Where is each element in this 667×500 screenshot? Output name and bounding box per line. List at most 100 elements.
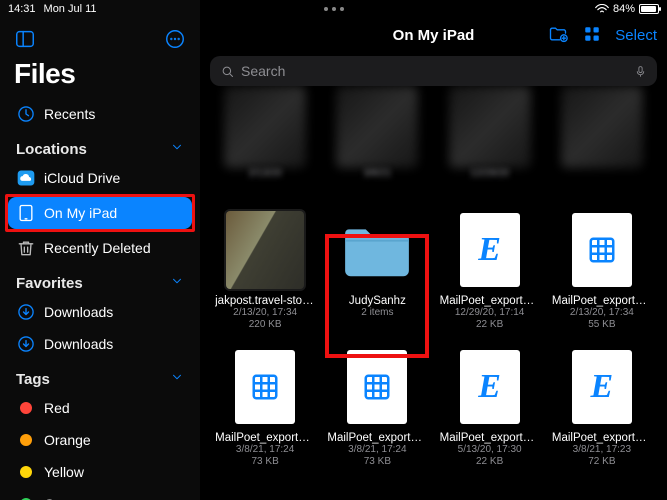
download-icon (16, 334, 36, 354)
file-item[interactable]: jakpost.travel-stone-i…533352/13/20, 17:… (214, 209, 316, 332)
section-locations[interactable]: Locations (8, 130, 192, 162)
file-meta: 3/8/21, 17:24 (236, 444, 294, 457)
sidebar-item-on-my-ipad[interactable]: On My iPad (8, 197, 192, 229)
sidebar-item-label: Red (44, 400, 70, 416)
section-title: Tags (16, 371, 50, 388)
file-thumbnail (224, 346, 306, 428)
file-thumbnail (224, 209, 306, 291)
file-name: MailPoet_export_3ymh…804w0 (327, 432, 427, 444)
battery-icon (639, 4, 659, 14)
sidebar-tag-red[interactable]: Red (8, 392, 192, 424)
file-item[interactable]: E MailPoet_export_4aymn…r0ocg5/13/20, 17:… (439, 346, 541, 469)
file-name: jakpost.travel-stone-i…53335 (215, 295, 315, 307)
folder-item[interactable]: JudySanhz2 items (326, 209, 428, 332)
page-title: On My iPad (200, 27, 667, 44)
more-options-icon[interactable] (164, 28, 186, 50)
file-item-blurred[interactable]: 12/29/20 (439, 86, 541, 181)
file-name: MailPoet_export_4aymn…r0ocg (440, 432, 540, 444)
section-favorites[interactable]: Favorites (8, 264, 192, 296)
file-size: 22 KB (476, 456, 503, 469)
multitask-handle-icon[interactable] (324, 7, 344, 11)
tag-dot-icon (16, 430, 36, 450)
sidebar-item-label: iCloud Drive (44, 170, 120, 186)
sidebar-item-label: On My iPad (44, 205, 117, 221)
sidebar: Files Recents Locations iCloud Drive On … (0, 0, 200, 500)
search-icon (220, 64, 235, 79)
file-item-blurred[interactable]: 3/8/21 (326, 86, 428, 181)
download-icon (16, 302, 36, 322)
file-name: MailPoet_export_491ch…rpks4 (552, 432, 652, 444)
sidebar-item-label: Downloads (44, 336, 113, 352)
sidebar-item-label: Green (44, 496, 83, 500)
wifi-icon (595, 4, 609, 14)
sidebar-item-icloud-drive[interactable]: iCloud Drive (8, 162, 192, 194)
chevron-down-icon (170, 140, 184, 158)
file-thumbnail (561, 209, 643, 291)
status-bar: 14:31 Mon Jul 11 84% (0, 0, 667, 18)
search-input[interactable] (241, 63, 634, 79)
annotation-highlight-on-my-ipad: On My iPad (5, 194, 195, 232)
file-item-blurred[interactable] (551, 86, 653, 181)
mic-icon[interactable] (634, 63, 647, 80)
tag-dot-icon (16, 398, 36, 418)
file-size: 73 KB (364, 456, 391, 469)
file-thumbnail: E (561, 346, 643, 428)
file-size: 220 KB (249, 319, 282, 332)
status-date: Mon Jul 11 (44, 3, 97, 15)
sidebar-item-label: Yellow (44, 464, 84, 480)
file-item-blurred[interactable]: 2/13/20 (214, 86, 316, 181)
file-meta: 3/8/21, 17:24 (348, 444, 406, 457)
sidebar-item-recents[interactable]: Recents (8, 98, 192, 130)
sidebar-item-downloads[interactable]: Downloads (8, 296, 192, 328)
file-item[interactable]: MailPoet_export_3ddli…80wu03/8/21, 17:24… (214, 346, 316, 469)
battery-percent: 84% (613, 3, 635, 15)
chevron-down-icon (170, 370, 184, 388)
file-name: MailPoet_export_2di9j…pw4g0 (552, 295, 652, 307)
section-title: Locations (16, 141, 87, 158)
file-item[interactable]: E MailPoet_export_1fqfiv…iv48f12/29/20, 1… (439, 209, 541, 332)
file-meta: 2 items (361, 307, 393, 320)
file-size: 22 KB (476, 319, 503, 332)
section-tags[interactable]: Tags (8, 360, 192, 392)
sidebar-item-label: Recently Deleted (44, 240, 151, 256)
file-item[interactable]: MailPoet_export_3ymh…804w03/8/21, 17:247… (326, 346, 428, 469)
file-meta: 3/8/21, 17:23 (573, 444, 631, 457)
file-meta: 2/13/20, 17:34 (570, 307, 634, 320)
tag-dot-icon (16, 494, 36, 500)
section-title: Favorites (16, 275, 83, 292)
file-size: 72 KB (588, 456, 615, 469)
file-thumbnail: E (449, 346, 531, 428)
chevron-down-icon (170, 274, 184, 292)
sidebar-toggle-icon[interactable] (14, 28, 36, 50)
file-item[interactable]: E MailPoet_export_491ch…rpks43/8/21, 17:2… (551, 346, 653, 469)
file-size: 55 KB (588, 319, 615, 332)
sidebar-item-label: Recents (44, 106, 95, 122)
clock-icon (16, 104, 36, 124)
tag-dot-icon (16, 462, 36, 482)
file-thumbnail (336, 346, 418, 428)
file-name: JudySanhz (349, 295, 406, 307)
file-name: MailPoet_export_1fqfiv…iv48f (440, 295, 540, 307)
sidebar-tag-orange[interactable]: Orange (8, 424, 192, 456)
app-title: Files (8, 56, 192, 98)
main-pane: On My iPad Select 2/13/203/8/2112/29/20 … (200, 0, 667, 500)
file-size: 73 KB (252, 456, 279, 469)
sidebar-tag-green[interactable]: Green (8, 488, 192, 500)
search-bar[interactable] (210, 56, 657, 86)
file-meta: 2/13/20, 17:34 (233, 307, 297, 320)
file-meta: 5/13/20, 17:30 (458, 444, 522, 457)
sidebar-item-recently-deleted[interactable]: Recently Deleted (8, 232, 192, 264)
sidebar-item-label: Orange (44, 432, 91, 448)
sidebar-item-downloads[interactable]: Downloads (8, 328, 192, 360)
file-thumbnail: E (449, 209, 531, 291)
file-thumbnail (336, 209, 418, 291)
ipad-icon (16, 203, 36, 223)
file-name: MailPoet_export_3ddli…80wu0 (215, 432, 315, 444)
status-time: 14:31 (8, 3, 36, 15)
trash-icon (16, 238, 36, 258)
sidebar-item-label: Downloads (44, 304, 113, 320)
file-meta: 12/29/20, 17:14 (455, 307, 525, 320)
icloud-icon (16, 168, 36, 188)
file-item[interactable]: MailPoet_export_2di9j…pw4g02/13/20, 17:3… (551, 209, 653, 332)
sidebar-tag-yellow[interactable]: Yellow (8, 456, 192, 488)
